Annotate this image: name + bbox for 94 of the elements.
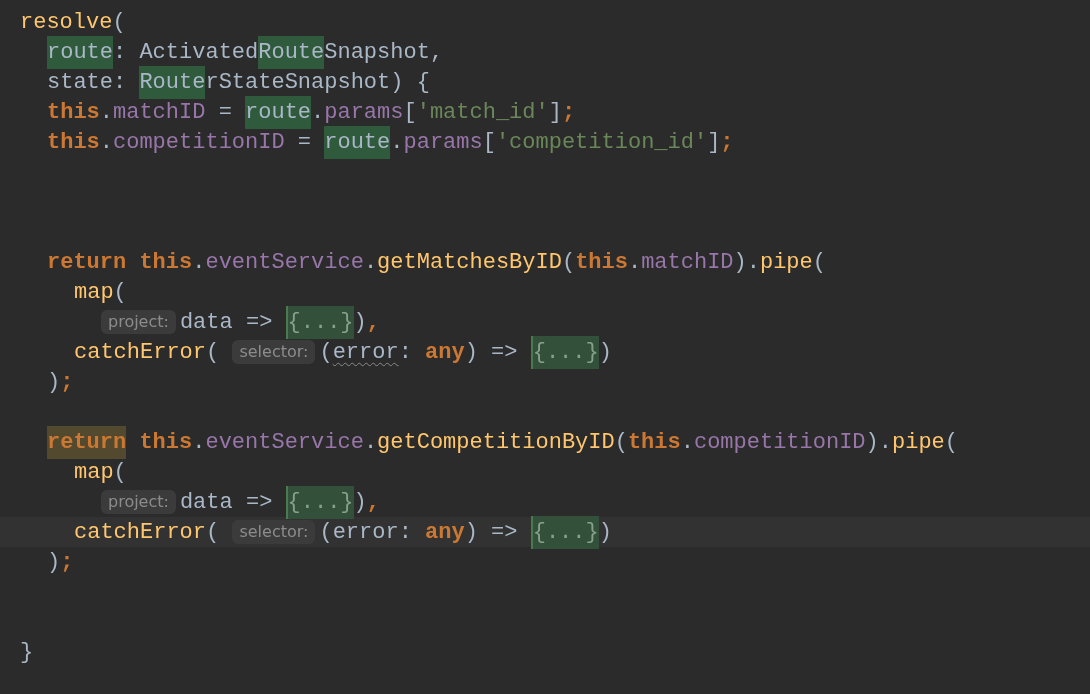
code-token: . <box>363 428 378 457</box>
parameter-hint: selector: <box>232 520 316 544</box>
folded-code[interactable]: {...} <box>285 305 354 339</box>
code-token: ( <box>319 338 333 367</box>
code-token: matchID <box>113 98 206 127</box>
code-token: ( <box>113 458 127 487</box>
code-token: return <box>47 248 127 277</box>
code-token: , <box>366 488 380 517</box>
parameter-hint: project: <box>101 490 176 514</box>
code-token: ) <box>47 368 61 397</box>
code-token: ). <box>733 248 760 277</box>
code-token: competitionID <box>113 128 285 157</box>
code-token: 'competition_id' <box>495 128 708 157</box>
code-token: ( <box>112 8 126 37</box>
code-token: state: <box>47 68 128 97</box>
code-token: : Activated <box>113 38 259 67</box>
code-token: eventService <box>205 428 364 457</box>
code-token: ( <box>614 428 628 457</box>
code-token: rStateSnapshot) { <box>205 68 430 97</box>
code-token: catchError <box>74 338 207 367</box>
folded-code[interactable]: {...} <box>285 485 354 519</box>
code-token: ) <box>598 518 612 547</box>
code-token: this <box>575 248 628 277</box>
code-token: getCompetitionByID <box>377 428 615 457</box>
code-token: this <box>138 428 193 457</box>
code-token: ; <box>60 548 74 577</box>
code-token: } <box>20 638 34 667</box>
code-token: getMatchesByID <box>377 248 562 277</box>
code-token: . <box>99 98 113 127</box>
code-token: Route <box>139 65 206 99</box>
code-token: Snapshot, <box>324 38 444 67</box>
code-token: this <box>138 248 193 277</box>
code-token: any <box>425 518 465 547</box>
code-token: : <box>398 338 413 367</box>
code-token: resolve <box>20 8 113 37</box>
code-token: [ <box>482 128 496 157</box>
code-token: any <box>425 338 465 367</box>
code-token: ; <box>561 98 576 127</box>
code-token: params <box>324 98 404 127</box>
code-token: . <box>363 248 378 277</box>
code-token: ( <box>113 278 127 307</box>
code-token: matchID <box>641 248 734 277</box>
code-token: data => <box>179 488 274 517</box>
code-token: ) => <box>464 518 519 547</box>
code-token: . <box>627 248 642 277</box>
code-token: . <box>192 428 206 457</box>
code-token: route <box>324 125 391 159</box>
code-token: route <box>47 35 113 69</box>
code-token: params <box>403 128 483 157</box>
code-token: ( <box>561 248 576 277</box>
code-token: map <box>74 278 114 307</box>
code-token: . <box>99 128 113 157</box>
code-token: route <box>245 95 312 129</box>
parameter-hint: selector: <box>232 340 316 364</box>
code-token: ( <box>812 248 826 277</box>
code-token: , <box>366 308 380 337</box>
code-token: error <box>332 338 399 367</box>
code-token: = <box>217 98 233 127</box>
code-token: data => <box>179 308 274 337</box>
code-token: pipe <box>892 428 945 457</box>
code-token: [ <box>403 98 417 127</box>
code-token: 'match_id' <box>416 98 549 127</box>
code-token: . <box>192 248 206 277</box>
code-token: . <box>680 428 694 457</box>
code-token: map <box>74 458 114 487</box>
code-token: catchError <box>74 518 207 547</box>
code-token: . <box>390 128 404 157</box>
code-token: ) <box>598 338 612 367</box>
code-token: return <box>47 425 127 459</box>
code-token: ) <box>353 488 367 517</box>
code-token: ; <box>720 128 734 157</box>
code-token: competitionID <box>693 428 866 457</box>
code-token: eventService <box>205 248 364 277</box>
code-token: ( <box>206 338 221 367</box>
code-token: this <box>47 98 100 127</box>
folded-code[interactable]: {...} <box>530 335 599 369</box>
code-token: ( <box>944 428 958 457</box>
code-token: ) => <box>464 338 519 367</box>
code-token: ( <box>206 518 221 547</box>
code-token: = <box>296 128 313 157</box>
code-token: . <box>311 98 325 127</box>
code-token: ) <box>353 308 367 337</box>
code-token: (error: <box>319 518 413 547</box>
code-token: ) <box>47 548 61 577</box>
code-token: pipe <box>759 248 813 277</box>
code-token: ] <box>707 128 721 157</box>
parameter-hint: project: <box>101 310 176 334</box>
code-token: this <box>47 128 100 157</box>
code-token: this <box>627 428 681 457</box>
code-token: Route <box>258 35 325 69</box>
code-token: ; <box>60 368 74 397</box>
code-token: ] <box>548 98 562 127</box>
code-token: ). <box>865 428 892 457</box>
folded-code[interactable]: {...} <box>530 515 599 549</box>
